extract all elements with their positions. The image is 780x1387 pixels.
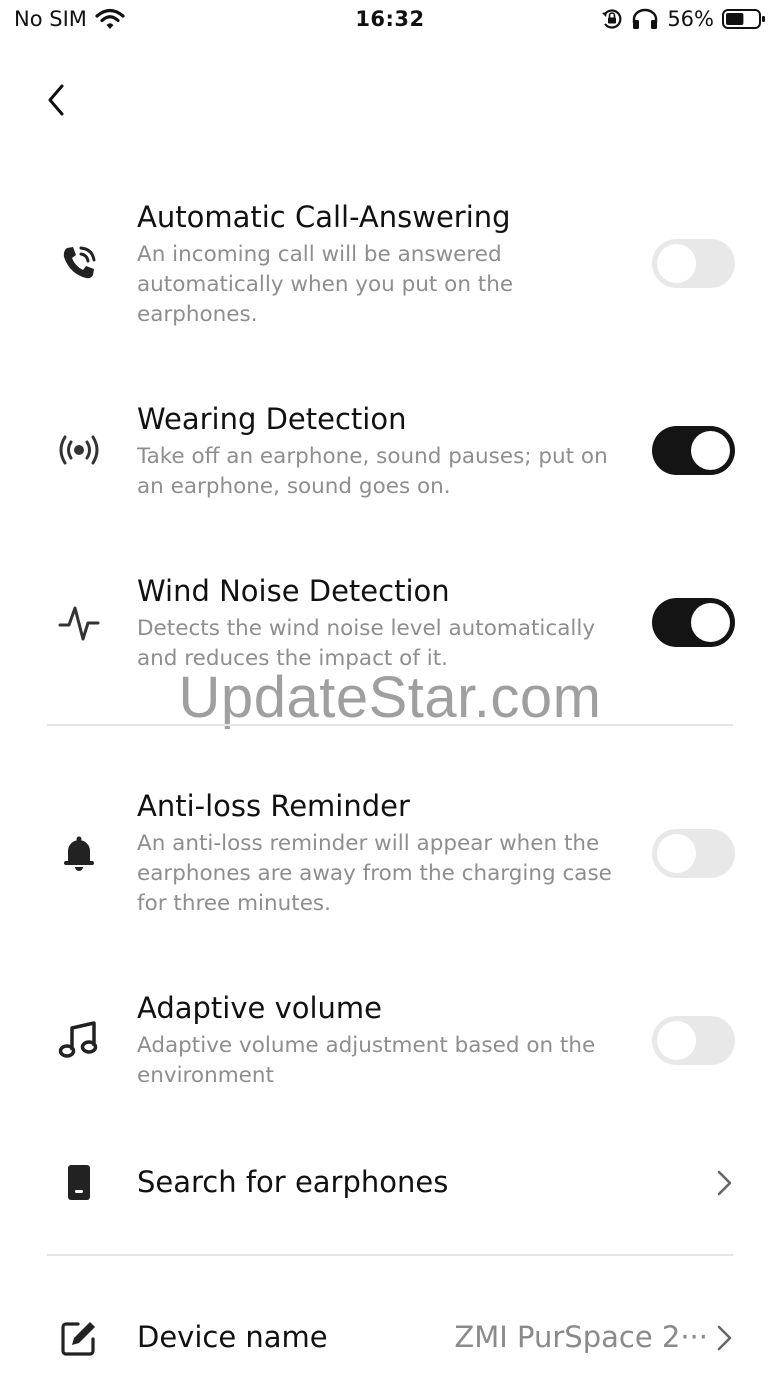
device-name-value: ZMI PurSpace 2··· <box>454 1320 708 1354</box>
battery-percent: 56% <box>667 7 714 31</box>
back-button[interactable] <box>36 80 76 120</box>
toggle-anti-loss-reminder[interactable] <box>652 829 735 878</box>
wireless-signal-icon <box>56 427 102 473</box>
phone-call-icon <box>56 240 102 286</box>
setting-description: Adaptive volume adjustment based on the … <box>137 1033 596 1088</box>
toggle-wearing-detection[interactable] <box>652 426 735 475</box>
status-bar: No SIM 16:32 56% <box>0 0 780 40</box>
toggle-wind-noise-detection[interactable] <box>652 598 735 647</box>
device-name-label: Device name <box>137 1320 328 1354</box>
edit-icon <box>56 1315 102 1361</box>
watermark: UpdateStar.com <box>178 665 602 730</box>
device-name-row[interactable]: Device name ZMI PurSpace 2··· <box>0 1305 780 1375</box>
setting-title: Wind Noise Detection <box>137 574 450 608</box>
chevron-right-icon <box>710 1324 738 1352</box>
section-divider <box>47 1254 733 1256</box>
chevron-right-icon <box>710 1169 738 1197</box>
setting-description: Take off an earphone, sound pauses; put … <box>137 444 608 499</box>
search-earphones-label: Search for earphones <box>137 1165 449 1199</box>
section-divider <box>47 724 733 726</box>
toggle-knob <box>691 603 730 642</box>
setting-title: Wearing Detection <box>137 402 407 436</box>
earphone-case-icon <box>56 1160 102 1206</box>
toggle-knob <box>657 834 696 873</box>
toggle-knob <box>691 431 730 470</box>
setting-title: Anti-loss Reminder <box>137 789 410 823</box>
setting-title: Automatic Call-Answering <box>137 200 511 234</box>
toggle-knob <box>657 1021 696 1060</box>
orientation-lock-icon <box>601 8 623 30</box>
activity-wave-icon <box>56 600 102 646</box>
headphones-icon <box>631 8 659 30</box>
setting-title: Adaptive volume <box>137 991 382 1025</box>
setting-description: An incoming call will be answered automa… <box>137 242 514 327</box>
battery-icon <box>722 8 766 30</box>
bell-icon <box>56 830 102 876</box>
search-earphones-row[interactable]: Search for earphones <box>0 1150 780 1220</box>
toggle-knob <box>657 244 696 283</box>
music-note-icon <box>56 1017 102 1063</box>
chevron-left-icon <box>48 84 64 116</box>
toggle-adaptive-volume[interactable] <box>652 1016 735 1065</box>
setting-description: An anti-loss reminder will appear when t… <box>137 831 612 916</box>
toggle-automatic-call-answering[interactable] <box>652 239 735 288</box>
